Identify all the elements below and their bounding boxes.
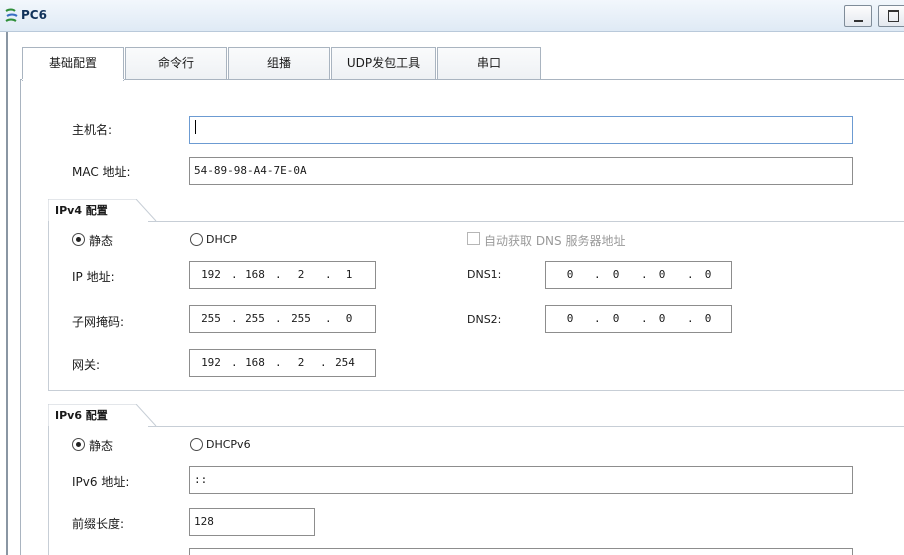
dns1-label: DNS1: [467, 268, 502, 281]
octet-dot: . [231, 356, 238, 369]
hostname-input[interactable] [189, 116, 853, 144]
octet: 0 [566, 312, 574, 325]
octet: 0 [612, 312, 620, 325]
tab-command-line[interactable]: 命令行 [125, 47, 227, 79]
auto-dns-label: 自动获取 DNS 服务器地址 [484, 234, 626, 248]
ipv6-group-label: IPv6 配置 [55, 409, 108, 422]
gateway-label: 网关: [72, 358, 101, 372]
ipv4-static-label: 静态 [89, 234, 114, 248]
mac-address-field[interactable]: 54-89-98-A4-7E-0A [189, 157, 853, 185]
ipv4-static-radio[interactable] [72, 233, 85, 246]
octet: 0 [345, 312, 353, 325]
panel-left-border [20, 79, 21, 555]
dns1-field[interactable]: 0 . 0 . 0 . 0 [545, 261, 732, 289]
ipv4-dhcp-label: DHCP [206, 233, 238, 246]
ipv6-gateway-field-partial[interactable] [189, 548, 853, 555]
gateway-field[interactable]: 192 . 168 . 2 . 254 [189, 349, 376, 377]
octet-dot: . [641, 312, 648, 325]
tab-basic-config[interactable]: 基础配置 [22, 47, 124, 81]
mac-label: MAC 地址: [72, 165, 131, 179]
octet: 0 [658, 312, 666, 325]
minimize-button[interactable] [844, 5, 872, 27]
active-tab-gap [22, 79, 124, 80]
octet: 1 [345, 268, 353, 281]
dns2-label: DNS2: [467, 313, 502, 326]
octet: 254 [335, 356, 355, 369]
octet-dot: . [641, 268, 648, 281]
octet-dot: . [594, 268, 601, 281]
octet-dot: . [325, 312, 332, 325]
prefix-length-field[interactable]: 128 [189, 508, 315, 536]
ipv4-group-box [48, 221, 904, 391]
octet: 168 [245, 356, 265, 369]
octet-dot: . [231, 312, 238, 325]
octet-dot: . [325, 268, 332, 281]
maximize-button[interactable] [878, 5, 904, 27]
octet: 168 [245, 268, 265, 281]
title-bar: PC6 [0, 0, 904, 32]
window-title: PC6 [21, 8, 47, 22]
octet: 192 [201, 268, 221, 281]
ipv6-address-label: IPv6 地址: [72, 475, 130, 489]
octet: 255 [201, 312, 221, 325]
octet-dot: . [687, 268, 694, 281]
text-caret [195, 120, 196, 134]
octet: 0 [704, 312, 712, 325]
octet: 0 [566, 268, 574, 281]
ip-address-label: IP 地址: [72, 270, 115, 284]
window-left-border [6, 32, 8, 555]
tab-multicast[interactable]: 组播 [228, 47, 330, 79]
octet: 192 [201, 356, 221, 369]
ipv6-dhcp-radio[interactable] [190, 438, 203, 451]
octet-dot: . [687, 312, 694, 325]
auto-dns-checkbox[interactable] [467, 232, 480, 245]
prefix-length-label: 前缀长度: [72, 517, 125, 531]
pc-app-icon [5, 8, 18, 22]
ipv6-static-radio[interactable] [72, 438, 85, 451]
subnet-mask-label: 子网掩码: [72, 315, 125, 329]
octet: 2 [297, 356, 305, 369]
octet-dot: . [231, 268, 238, 281]
octet: 255 [245, 312, 265, 325]
ipv4-dhcp-radio[interactable] [190, 233, 203, 246]
octet: 0 [704, 268, 712, 281]
octet: 0 [612, 268, 620, 281]
tab-strip-divider [20, 79, 904, 80]
octet-dot: . [275, 312, 282, 325]
tab-serial[interactable]: 串口 [437, 47, 541, 79]
octet-dot: . [320, 356, 327, 369]
subnet-mask-field[interactable]: 255 . 255 . 255 . 0 [189, 305, 376, 333]
octet-dot: . [594, 312, 601, 325]
tab-udp-tool[interactable]: UDP发包工具 [331, 47, 436, 79]
ip-address-field[interactable]: 192 . 168 . 2 . 1 [189, 261, 376, 289]
ipv4-group-label: IPv4 配置 [55, 204, 108, 217]
hostname-label: 主机名: [72, 123, 113, 137]
ipv6-address-field[interactable]: :: [189, 466, 853, 494]
ipv6-dhcp-label: DHCPv6 [206, 438, 251, 451]
dns2-field[interactable]: 0 . 0 . 0 . 0 [545, 305, 732, 333]
octet: 0 [658, 268, 666, 281]
octet-dot: . [275, 356, 282, 369]
octet: 255 [291, 312, 311, 325]
octet-dot: . [275, 268, 282, 281]
octet: 2 [297, 268, 305, 281]
ipv6-static-label: 静态 [89, 439, 114, 453]
